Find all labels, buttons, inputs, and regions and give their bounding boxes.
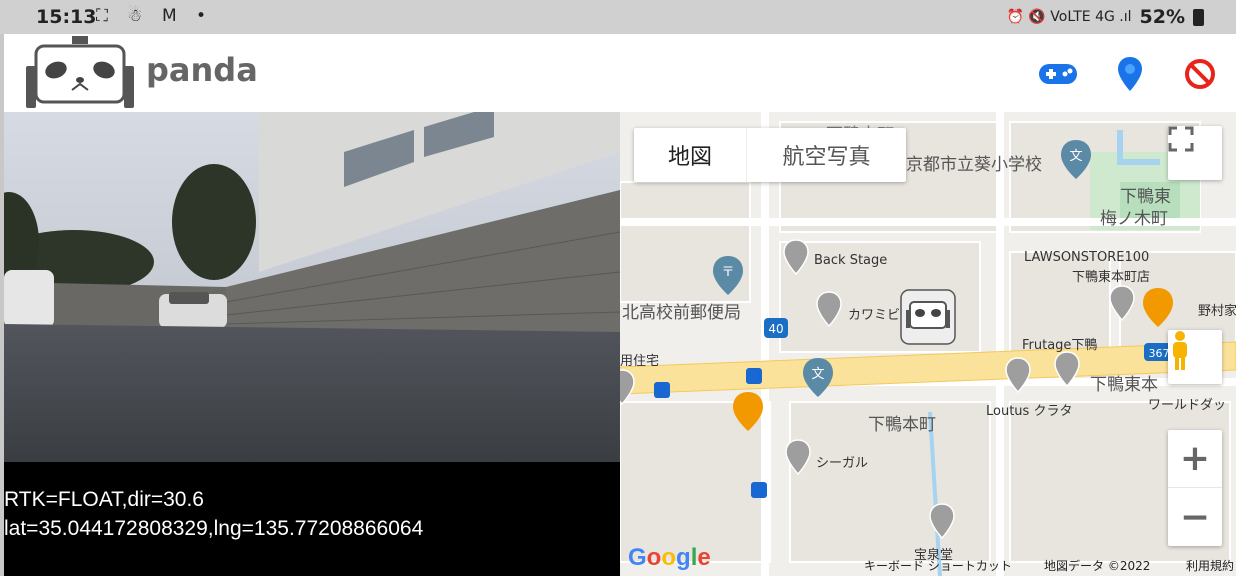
- pegman-icon: [1173, 331, 1187, 370]
- status-time: 15:13: [36, 6, 97, 28]
- map-type-control: 地図 航空写真: [634, 128, 906, 182]
- shimogamo-higashimoto-label: 下鴨東本: [1090, 375, 1158, 395]
- frutage-label: Frutage下鴨: [1022, 338, 1098, 353]
- road-40-label: 40: [768, 322, 783, 336]
- map-view[interactable]: 文 文 〒 40 367 京都市立葵小学校 下鴨東 梅ノ木町 Back Stag…: [620, 112, 1236, 576]
- gamepad-icon: [1039, 64, 1077, 84]
- app-bar: panda: [4, 34, 1236, 112]
- signal-icons: ⏰ 🔇 VoLTE 4G .ıl: [1006, 9, 1132, 25]
- gamepad-button[interactable]: [1038, 54, 1078, 94]
- loutus-label: Loutus クラタ: [986, 404, 1073, 419]
- umenoki-label: 梅ノ木町: [1100, 209, 1168, 229]
- shimogamo-hon-label: 下鴨本町: [868, 415, 936, 435]
- world-label: ワールドダッ: [1148, 398, 1227, 413]
- post-office-label: 北高校前郵便局: [622, 303, 741, 323]
- rtk-status: RTK=FLOAT,dir=30.6: [4, 488, 204, 511]
- zoom-control: + −: [1168, 430, 1222, 546]
- svg-text:文: 文: [811, 367, 824, 382]
- camera-image: [4, 112, 620, 462]
- system-icons: ⏰ 🔇 VoLTE 4G .ıl 52%: [1007, 6, 1204, 28]
- jutaku-label: 用住宅: [620, 354, 660, 369]
- fullscreen-icon: [1168, 126, 1194, 152]
- location-button[interactable]: [1110, 54, 1150, 94]
- nomura-label: 野村家: [1198, 304, 1236, 319]
- battery-icon: [1193, 8, 1204, 26]
- location-pin-icon: [1118, 57, 1142, 91]
- map-type-roadmap-button[interactable]: 地図: [634, 128, 746, 182]
- google-logo: Google: [628, 544, 711, 571]
- street-view-pegman[interactable]: [1168, 330, 1222, 384]
- seagull-label: シーガル: [816, 456, 869, 471]
- lat-lng-readout: lat=35.044172808329,lng=135.77208866064: [4, 517, 424, 540]
- terms-link[interactable]: 利用規約: [1186, 557, 1234, 574]
- school-label: 京都市立葵小学校: [906, 155, 1042, 175]
- keyboard-shortcuts-link[interactable]: キーボード ショートカット: [864, 557, 1012, 574]
- stop-button[interactable]: [1180, 54, 1220, 94]
- block-icon: [1185, 59, 1215, 89]
- status-bar: 15:13 ⛶ ☃ M • ⏰ 🔇 VoLTE 4G .ıl 52%: [0, 0, 1236, 34]
- svg-text:文: 文: [1069, 149, 1082, 164]
- zoom-in-button[interactable]: +: [1168, 430, 1222, 488]
- map-type-satellite-button[interactable]: 航空写真: [746, 128, 906, 182]
- camera-feed: [4, 112, 620, 462]
- battery-percent: 52%: [1139, 6, 1185, 28]
- back-stage-label: Back Stage: [814, 253, 888, 268]
- map-data-attribution: 地図データ ©2022: [1044, 559, 1151, 573]
- fullscreen-button[interactable]: [1168, 126, 1222, 180]
- panda-robot-logo: [26, 36, 134, 108]
- lawson-branch-label: 下鴨東本町店: [1072, 270, 1151, 285]
- zoom-out-button[interactable]: −: [1168, 488, 1222, 546]
- notification-icons: ⛶ ☃ M •: [96, 6, 214, 26]
- road-367-label: 367: [1149, 347, 1170, 360]
- screen: 15:13 ⛶ ☃ M • ⏰ 🔇 VoLTE 4G .ıl 52% panda: [0, 0, 1236, 576]
- kawamibi-label: カワミビ: [848, 308, 901, 323]
- lawson-label: LAWSONSTORE100: [1024, 250, 1150, 265]
- svg-text:〒: 〒: [721, 265, 734, 280]
- app-title: panda: [146, 51, 258, 89]
- telemetry-panel: RTK=FLOAT,dir=30.6 lat=35.044172808329,l…: [4, 462, 620, 576]
